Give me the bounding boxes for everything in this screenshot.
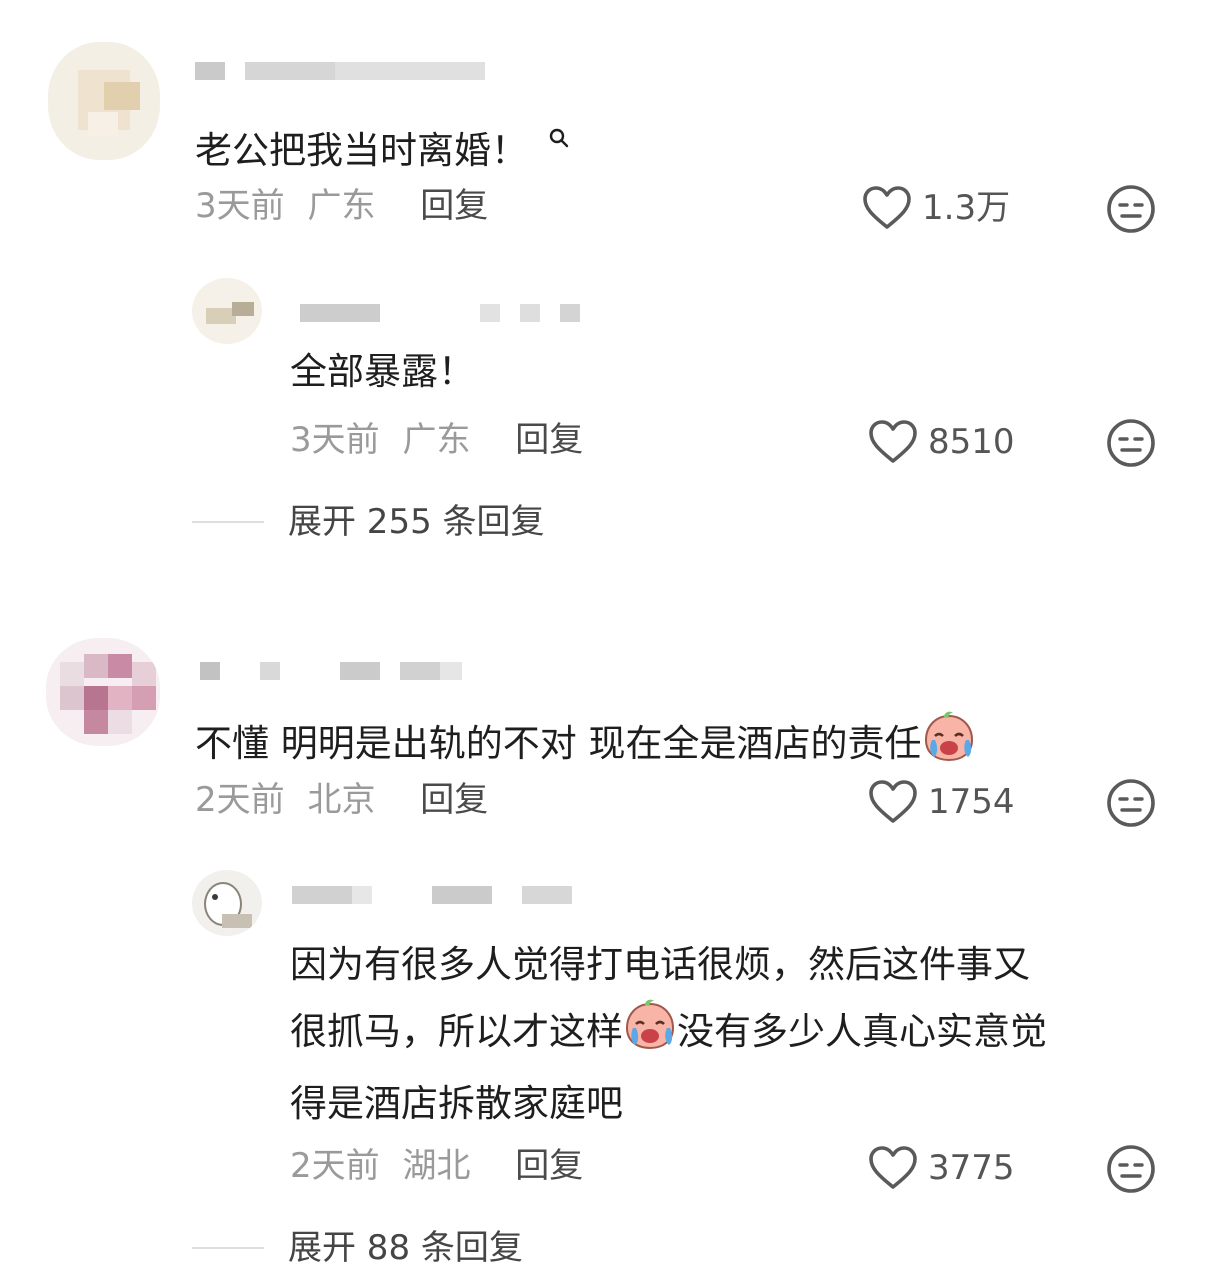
reply-time: 2天前 xyxy=(290,1146,380,1186)
comment-meta: 2天前 北京 回复 xyxy=(195,780,488,820)
dislike-button[interactable] xyxy=(1106,1144,1155,1193)
avatar[interactable] xyxy=(46,638,160,746)
meh-face-icon xyxy=(1107,779,1155,827)
comment-time: 2天前 xyxy=(195,780,285,820)
dislike-button[interactable] xyxy=(1106,418,1155,467)
like-count: 1.3万 xyxy=(922,188,1011,228)
reply-avatar[interactable] xyxy=(192,870,262,936)
like-count: 3775 xyxy=(928,1148,1015,1188)
crying-face-emoji xyxy=(922,710,976,772)
username-blurred[interactable] xyxy=(195,62,485,80)
meh-face-icon xyxy=(1107,185,1155,233)
dislike-button[interactable] xyxy=(1106,778,1155,827)
like-button[interactable]: 1.3万 xyxy=(862,184,1010,232)
avatar[interactable] xyxy=(48,42,160,160)
reply-location: 广东 xyxy=(402,420,471,460)
comment-meta: 3天前 广东 回复 xyxy=(195,186,488,226)
reply-username-blurred[interactable] xyxy=(300,304,590,322)
like-count: 8510 xyxy=(928,422,1015,462)
heart-outline-icon xyxy=(863,186,911,229)
like-button[interactable]: 3775 xyxy=(868,1144,1015,1192)
meh-face-icon xyxy=(1107,1145,1155,1193)
heart-outline-icon xyxy=(869,1146,917,1189)
like-button[interactable]: 1754 xyxy=(868,778,1015,826)
reply-time: 3天前 xyxy=(290,420,380,460)
comment-text: 老公把我当时离婚！ xyxy=(195,115,572,173)
expand-replies-label: 展开 255 条回复 xyxy=(288,502,545,542)
expand-replies-button[interactable]: 展开 255 条回复 xyxy=(192,502,545,542)
reply-meta: 2天前 湖北 回复 xyxy=(290,1146,583,1186)
like-count: 1754 xyxy=(928,782,1015,822)
reply-meta: 3天前 广东 回复 xyxy=(290,420,583,460)
reply-button[interactable]: 回复 xyxy=(515,420,583,460)
reply-button[interactable]: 回复 xyxy=(420,780,488,820)
reply-text-line: 得是酒店拆散家庭吧 xyxy=(290,1082,623,1125)
search-icon[interactable] xyxy=(548,115,572,148)
username-blurred[interactable] xyxy=(200,662,462,680)
comment-location: 广东 xyxy=(307,186,376,226)
divider xyxy=(192,1247,264,1249)
reply-text: 因为有很多人觉得打电话很烦，然后这件事又 很抓马，所以才这样 没有多少人真心实意… xyxy=(290,932,1150,1137)
heart-outline-icon xyxy=(869,780,917,823)
reply-username-blurred[interactable] xyxy=(292,886,582,904)
meh-face-icon xyxy=(1107,419,1155,467)
like-button[interactable]: 8510 xyxy=(868,418,1015,466)
reply-text-line: 很抓马，所以才这样 没有多少人真心实意觉 xyxy=(290,998,1150,1071)
reply-button[interactable]: 回复 xyxy=(420,186,488,226)
dislike-button[interactable] xyxy=(1106,184,1155,233)
reply-location: 湖北 xyxy=(402,1146,471,1186)
comment-location: 北京 xyxy=(307,780,376,820)
reply-text: 全部暴露！ xyxy=(290,350,475,393)
comment-time: 3天前 xyxy=(195,186,285,226)
divider xyxy=(192,521,264,523)
expand-replies-button[interactable]: 展开 88 条回复 xyxy=(192,1228,523,1268)
heart-outline-icon xyxy=(869,420,917,463)
crying-face-emoji xyxy=(623,998,677,1071)
expand-replies-label: 展开 88 条回复 xyxy=(288,1228,523,1268)
reply-button[interactable]: 回复 xyxy=(515,1146,583,1186)
reply-avatar[interactable] xyxy=(192,278,262,344)
reply-text-line: 因为有很多人觉得打电话很烦，然后这件事又 xyxy=(290,943,1030,986)
comment-text: 不懂 明明是出轨的不对 现在全是酒店的责任 xyxy=(195,710,976,772)
